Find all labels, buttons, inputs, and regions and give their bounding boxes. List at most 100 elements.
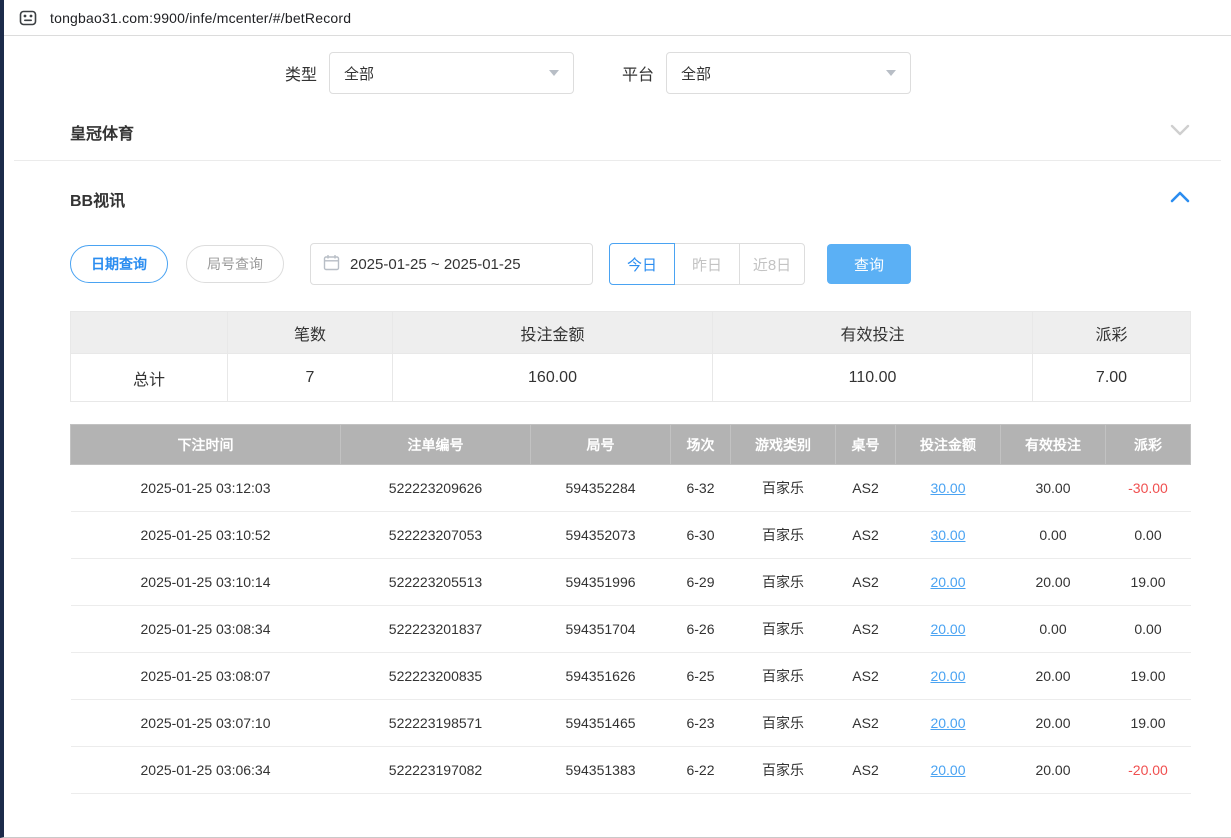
cell-payout: 19.00	[1106, 559, 1191, 606]
cell-session: 6-29	[671, 559, 731, 606]
bet-amount-link[interactable]: 20.00	[930, 668, 965, 684]
table-row: 2025-01-25 03:10:14 522223205513 5943519…	[71, 559, 1191, 606]
cell-bet-time: 2025-01-25 03:10:14	[71, 559, 341, 606]
cell-round-no: 594352284	[531, 465, 671, 512]
bet-amount-link[interactable]: 20.00	[930, 574, 965, 590]
header-round-no: 局号	[531, 425, 671, 465]
cell-game-type: 百家乐	[731, 559, 836, 606]
type-select[interactable]: 全部	[329, 52, 574, 94]
header-game-type: 游戏类别	[731, 425, 836, 465]
header-table-no: 桌号	[836, 425, 896, 465]
cell-table-no: AS2	[836, 700, 896, 747]
summary-total-row: 总计 7 160.00 110.00 7.00	[71, 354, 1191, 402]
bet-amount-link[interactable]: 20.00	[930, 762, 965, 778]
cell-payout: -30.00	[1106, 465, 1191, 512]
date-range-input[interactable]: 2025-01-25 ~ 2025-01-25	[310, 243, 593, 285]
summary-total-count: 7	[228, 354, 393, 402]
date-query-button[interactable]: 日期查询	[70, 245, 168, 283]
cell-session: 6-32	[671, 465, 731, 512]
chevron-down-icon	[886, 70, 896, 76]
today-label: 今日	[627, 254, 657, 275]
bb-video-title: BB视讯	[70, 187, 125, 211]
summary-header-bet-amount: 投注金额	[393, 312, 713, 354]
browser-tab-icon[interactable]	[18, 8, 38, 28]
platform-label: 平台	[622, 61, 654, 85]
cell-session: 6-22	[671, 747, 731, 794]
type-label: 类型	[285, 61, 317, 85]
cell-bet-time: 2025-01-25 03:10:52	[71, 512, 341, 559]
table-row: 2025-01-25 03:10:52 522223207053 5943520…	[71, 512, 1191, 559]
chevron-down-icon[interactable]	[1170, 123, 1190, 142]
cell-game-type: 百家乐	[731, 465, 836, 512]
summary-header-valid-bet: 有效投注	[713, 312, 1033, 354]
query-toolbar: 日期查询 局号查询 2025-01-25 ~ 2025-01-25 今日 昨日	[70, 243, 1190, 285]
cell-payout: 19.00	[1106, 700, 1191, 747]
crown-sports-title: 皇冠体育	[70, 120, 134, 144]
summary-header-row: 笔数 投注金额 有效投注 派彩	[71, 312, 1191, 354]
summary-total-valid-bet: 110.00	[713, 354, 1033, 402]
last8days-button[interactable]: 近8日	[739, 243, 805, 285]
section-crown-sports[interactable]: 皇冠体育	[70, 106, 1190, 158]
platform-select[interactable]: 全部	[666, 52, 911, 94]
cell-game-type: 百家乐	[731, 747, 836, 794]
summary-header-payout: 派彩	[1033, 312, 1191, 354]
cell-round-no: 594352073	[531, 512, 671, 559]
header-session: 场次	[671, 425, 731, 465]
header-payout: 派彩	[1106, 425, 1191, 465]
cell-bet-time: 2025-01-25 03:06:34	[71, 747, 341, 794]
round-query-label: 局号查询	[207, 254, 263, 274]
cell-order-no: 522223197082	[341, 747, 531, 794]
cell-table-no: AS2	[836, 653, 896, 700]
bet-amount-link[interactable]: 30.00	[930, 480, 965, 496]
bet-table-header-row: 下注时间 注单编号 局号 场次 游戏类别 桌号 投注金额 有效投注 派彩	[71, 425, 1191, 465]
cell-bet-time: 2025-01-25 03:08:07	[71, 653, 341, 700]
search-button[interactable]: 查询	[827, 244, 911, 284]
date-query-label: 日期查询	[91, 254, 147, 274]
browser-address-bar[interactable]: tongbao31.com:9900/infe/mcenter/#/betRec…	[4, 0, 1231, 36]
cell-game-type: 百家乐	[731, 512, 836, 559]
table-row: 2025-01-25 03:07:10 522223198571 5943514…	[71, 700, 1191, 747]
cell-payout: 0.00	[1106, 512, 1191, 559]
cell-table-no: AS2	[836, 512, 896, 559]
today-button[interactable]: 今日	[609, 243, 675, 285]
cell-table-no: AS2	[836, 465, 896, 512]
cell-payout: -20.00	[1106, 747, 1191, 794]
cell-payout: 0.00	[1106, 606, 1191, 653]
cell-table-no: AS2	[836, 559, 896, 606]
url-text[interactable]: tongbao31.com:9900/infe/mcenter/#/betRec…	[50, 10, 351, 26]
round-query-button[interactable]: 局号查询	[186, 245, 284, 283]
bet-amount-link[interactable]: 30.00	[930, 527, 965, 543]
bet-amount-link[interactable]: 20.00	[930, 715, 965, 731]
section-bb-video[interactable]: BB视讯	[70, 173, 1190, 225]
cell-round-no: 594351465	[531, 700, 671, 747]
chevron-up-icon[interactable]	[1170, 190, 1190, 209]
type-select-value: 全部	[344, 63, 374, 84]
cell-bet-time: 2025-01-25 03:08:34	[71, 606, 341, 653]
header-valid-bet: 有效投注	[1001, 425, 1106, 465]
cell-order-no: 522223209626	[341, 465, 531, 512]
cell-round-no: 594351383	[531, 747, 671, 794]
cell-session: 6-30	[671, 512, 731, 559]
table-row: 2025-01-25 03:08:07 522223200835 5943516…	[71, 653, 1191, 700]
cell-order-no: 522223200835	[341, 653, 531, 700]
cell-valid-bet: 30.00	[1001, 465, 1106, 512]
cell-bet-time: 2025-01-25 03:07:10	[71, 700, 341, 747]
bet-amount-link[interactable]: 20.00	[930, 621, 965, 637]
summary-total-payout: 7.00	[1033, 354, 1191, 402]
summary-corner-cell	[71, 312, 228, 354]
yesterday-button[interactable]: 昨日	[674, 243, 740, 285]
bet-record-table: 下注时间 注单编号 局号 场次 游戏类别 桌号 投注金额 有效投注 派彩 202…	[70, 424, 1191, 794]
cell-valid-bet: 20.00	[1001, 653, 1106, 700]
cell-valid-bet: 20.00	[1001, 700, 1106, 747]
calendar-icon	[323, 254, 340, 275]
cell-session: 6-25	[671, 653, 731, 700]
cell-session: 6-23	[671, 700, 731, 747]
section-divider	[14, 160, 1221, 161]
last8days-label: 近8日	[753, 254, 791, 275]
cell-bet-time: 2025-01-25 03:12:03	[71, 465, 341, 512]
cell-order-no: 522223198571	[341, 700, 531, 747]
table-row: 2025-01-25 03:06:34 522223197082 5943513…	[71, 747, 1191, 794]
summary-table: 笔数 投注金额 有效投注 派彩 总计 7 160.00 110.00 7.00	[70, 311, 1191, 402]
cell-table-no: AS2	[836, 606, 896, 653]
header-bet-amount: 投注金额	[896, 425, 1001, 465]
